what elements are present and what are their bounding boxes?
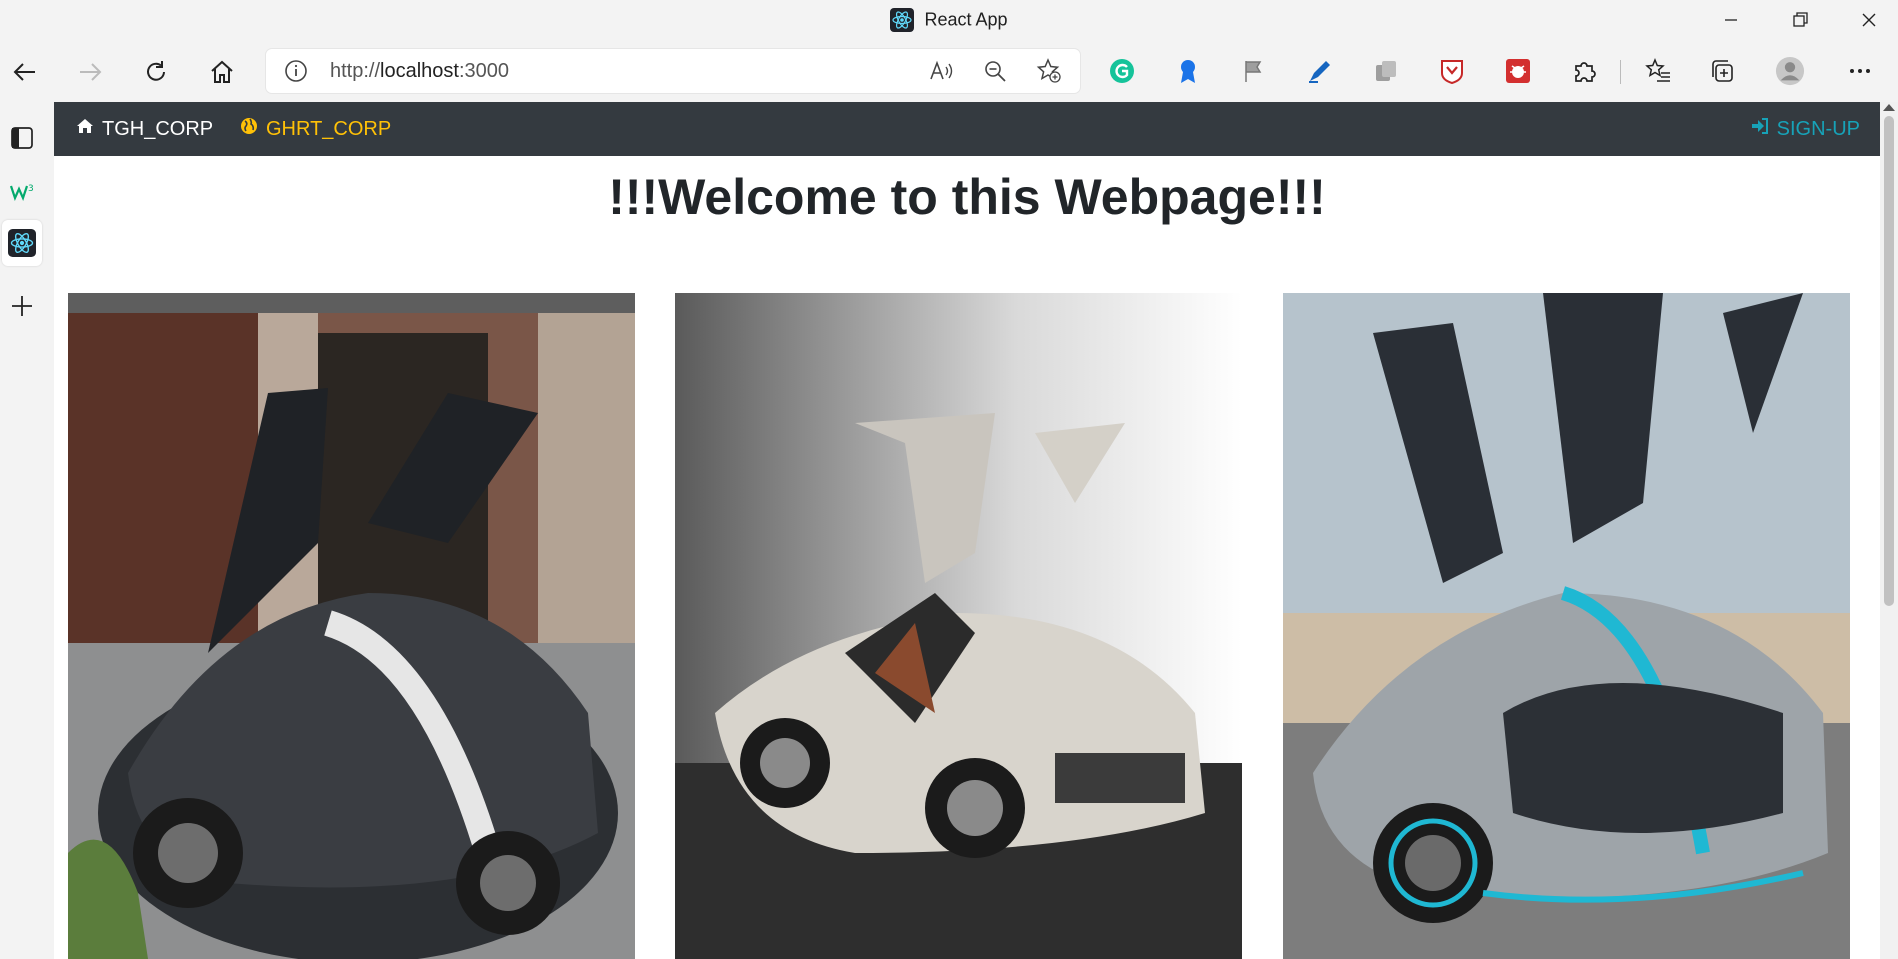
back-arrow-icon[interactable] bbox=[7, 54, 43, 90]
url-host: localhost bbox=[380, 60, 459, 82]
forward-arrow-icon[interactable] bbox=[72, 54, 108, 90]
restore-icon[interactable] bbox=[1786, 6, 1814, 34]
react-icon bbox=[890, 8, 915, 32]
minimize-icon[interactable] bbox=[1717, 6, 1745, 34]
pen-extension-icon[interactable] bbox=[1305, 56, 1335, 86]
home-icon bbox=[76, 117, 94, 141]
home-icon[interactable] bbox=[204, 54, 240, 90]
read-aloud-icon[interactable] bbox=[928, 58, 954, 84]
address-bar[interactable]: http://localhost:3000 bbox=[266, 49, 1080, 93]
browser-toolbar: http://localhost:3000 bbox=[0, 40, 1898, 102]
nav-brand-link[interactable]: TGH_CORP bbox=[76, 117, 213, 141]
add-favorite-icon[interactable] bbox=[1036, 58, 1062, 84]
car-photo-3 bbox=[1283, 293, 1850, 959]
globe-icon bbox=[240, 117, 258, 141]
info-icon[interactable] bbox=[284, 59, 308, 83]
profile-avatar-icon[interactable] bbox=[1775, 56, 1805, 86]
more-options-icon[interactable] bbox=[1845, 56, 1875, 86]
zoom-out-icon[interactable] bbox=[982, 58, 1008, 84]
url-port: :3000 bbox=[458, 60, 510, 82]
car-photo-2 bbox=[675, 293, 1242, 959]
tab-actions-icon[interactable] bbox=[4, 120, 40, 156]
car-image-card-1 bbox=[68, 293, 635, 959]
url-prefix: http:// bbox=[330, 60, 381, 82]
page-viewport: TGH_CORP GHRT_CORP SIGN-UP !!!Welcome to… bbox=[54, 102, 1880, 959]
shield-extension-icon[interactable] bbox=[1437, 56, 1467, 86]
sign-in-icon bbox=[1751, 117, 1769, 141]
page-heading: !!!Welcome to this Webpage!!! bbox=[608, 169, 1326, 225]
window-titlebar: React App bbox=[0, 0, 1898, 40]
url-text[interactable]: http://localhost:3000 bbox=[330, 60, 509, 83]
favorites-icon[interactable] bbox=[1643, 56, 1673, 86]
refresh-icon[interactable] bbox=[138, 54, 174, 90]
car-photo-1 bbox=[68, 293, 635, 959]
extensions-puzzle-icon[interactable] bbox=[1569, 56, 1599, 86]
car-image-card-3 bbox=[1283, 293, 1850, 959]
ribbon-extension-icon[interactable] bbox=[1173, 56, 1203, 86]
nav-brand-label: TGH_CORP bbox=[102, 117, 214, 140]
svg-text:3: 3 bbox=[28, 184, 34, 194]
car-image-card-2 bbox=[675, 293, 1242, 959]
nav-signup-label: SIGN-UP bbox=[1776, 117, 1860, 140]
site-navbar: TGH_CORP GHRT_CORP SIGN-UP bbox=[54, 102, 1880, 156]
grammarly-icon[interactable] bbox=[1107, 56, 1137, 86]
scroll-up-arrow-icon[interactable] bbox=[1883, 104, 1895, 111]
toolbar-divider bbox=[1620, 60, 1621, 84]
w3-tab-icon[interactable]: 3 bbox=[4, 174, 40, 210]
nav-ghrt-link[interactable]: GHRT_CORP bbox=[240, 117, 391, 141]
copy-extension-icon[interactable] bbox=[1371, 56, 1401, 86]
new-tab-plus-icon[interactable] bbox=[4, 288, 40, 324]
nav-signup-link[interactable]: SIGN-UP bbox=[1751, 117, 1860, 141]
close-window-icon[interactable] bbox=[1855, 6, 1883, 34]
scrollbar-thumb[interactable] bbox=[1884, 116, 1894, 606]
window-title: React App bbox=[924, 9, 1008, 30]
browser-side-panel: 3 bbox=[0, 102, 54, 959]
collections-icon[interactable] bbox=[1708, 56, 1738, 86]
page-scrollbar[interactable] bbox=[1880, 102, 1898, 959]
window-title-group: React App bbox=[0, 8, 1898, 32]
flag-icon[interactable] bbox=[1239, 56, 1269, 86]
nav-ghrt-label: GHRT_CORP bbox=[266, 117, 392, 140]
react-tab-icon[interactable] bbox=[2, 220, 42, 266]
bug-extension-icon[interactable] bbox=[1503, 56, 1533, 86]
